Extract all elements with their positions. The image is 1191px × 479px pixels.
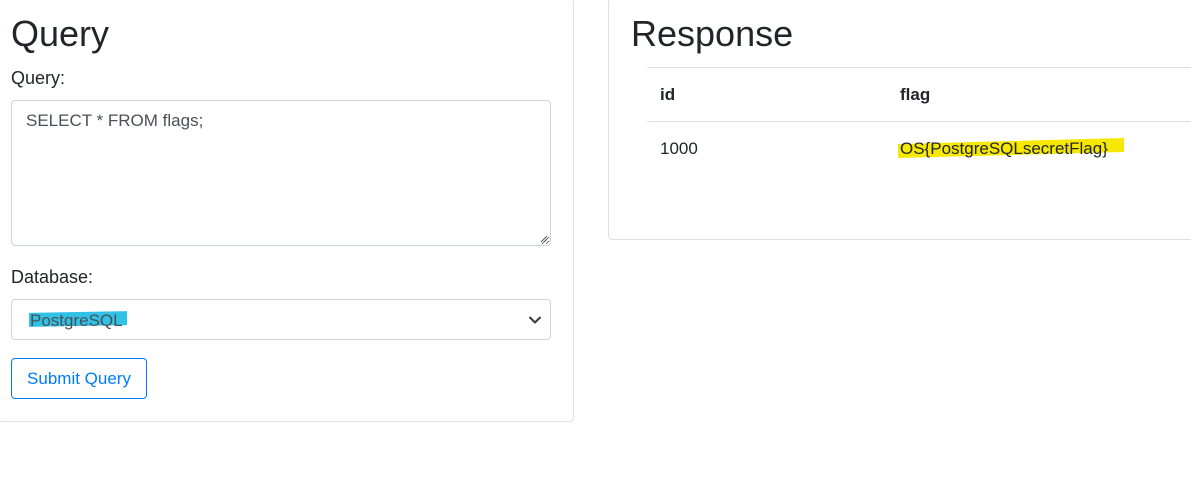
query-textarea[interactable]: SELECT * FROM flags; <box>11 100 551 246</box>
page: Query Query: SELECT * FROM flags; Databa… <box>0 0 1191 479</box>
cell-flag-text: OS{PostgreSQLsecretFlag} <box>900 139 1108 158</box>
query-label: Query: <box>11 68 66 88</box>
submit-query-button[interactable]: Submit Query <box>11 358 147 399</box>
table-header-row: id flag <box>647 67 1191 122</box>
column-header-id: id <box>647 67 887 122</box>
database-select-value: PostgreSQL <box>29 311 127 331</box>
cell-id: 1000 <box>647 121 887 176</box>
cell-flag: OS{PostgreSQLsecretFlag} <box>898 138 1124 159</box>
response-panel: Response id flag 1000 OS{PostgreSQLsecre… <box>608 0 1191 240</box>
cell-flag-container: OS{PostgreSQLsecretFlag} <box>887 121 1191 176</box>
table-row: 1000 OS{PostgreSQLsecretFlag} <box>647 121 1191 176</box>
chevron-down-icon[interactable] <box>528 313 542 327</box>
column-header-flag: flag <box>887 67 1191 122</box>
database-label: Database: <box>11 267 94 287</box>
response-panel-title: Response <box>631 13 794 54</box>
response-table: id flag 1000 OS{PostgreSQLsecretFlag} <box>647 67 1191 176</box>
response-table-wrapper: id flag 1000 OS{PostgreSQLsecretFlag} <box>647 67 1191 176</box>
query-panel-title: Query <box>11 13 110 54</box>
database-selected-text: PostgreSQL <box>30 311 123 330</box>
query-panel: Query Query: SELECT * FROM flags; Databa… <box>0 0 574 422</box>
database-select[interactable]: PostgreSQL <box>11 299 551 340</box>
